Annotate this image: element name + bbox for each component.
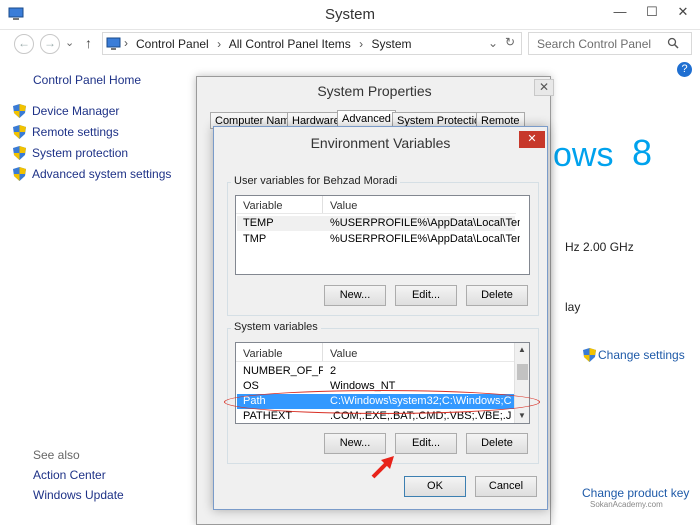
control-panel-home-link[interactable]: Control Panel Home [33, 73, 141, 87]
back-button[interactable]: ← [14, 34, 34, 54]
recent-pages-dropdown-icon[interactable]: ⌄ [65, 36, 74, 49]
shield-icon [13, 104, 26, 118]
user-variables-label: User variables for Behzad Moradi [231, 175, 401, 187]
dialog-title: System Properties [317, 83, 432, 99]
annotation-arrow-icon [371, 456, 394, 479]
user-edit-button[interactable]: Edit... [395, 285, 457, 306]
system-protection-link[interactable]: System protection [32, 146, 128, 160]
action-center-link[interactable]: Action Center [33, 468, 106, 482]
window-title: System [324, 6, 375, 23]
see-also-heading: See also [33, 448, 80, 462]
column-divider [322, 343, 323, 361]
search-icon[interactable] [667, 37, 679, 49]
shield-icon [583, 348, 596, 362]
close-button[interactable]: ✕ [668, 0, 698, 26]
change-product-key-link[interactable]: Change product key [582, 486, 689, 500]
breadcrumb: Control Panel › All Control Panel Items … [136, 37, 412, 51]
breadcrumb-separator: › [217, 37, 222, 51]
change-settings-link[interactable]: Change settings [598, 348, 685, 362]
remote-settings-link[interactable]: Remote settings [32, 125, 119, 139]
column-header-value[interactable]: Value [330, 348, 357, 360]
shield-icon [13, 167, 26, 181]
column-header-variable[interactable]: Variable [243, 200, 283, 212]
user-variables-list[interactable]: Variable Value TEMP %USERPROFILE%\AppDat… [235, 195, 530, 275]
processor-speed: Hz 2.00 GHz [565, 240, 634, 254]
advanced-system-settings-link[interactable]: Advanced system settings [32, 167, 171, 181]
breadcrumb-separator: › [359, 37, 364, 51]
system-var-value[interactable]: 2 [330, 365, 510, 377]
header-divider [236, 361, 514, 362]
system-variables-label: System variables [231, 321, 321, 333]
maximize-button[interactable]: ☐ [637, 0, 667, 26]
user-var-value[interactable]: %USERPROFILE%\AppData\Local\Temp [330, 217, 520, 229]
scrollbar-thumb[interactable] [517, 364, 528, 380]
address-dropdown-icon[interactable]: ⌄ [488, 36, 498, 50]
title-bar: System — ☐ ✕ [0, 0, 700, 30]
shield-icon [13, 125, 26, 139]
user-new-button[interactable]: New... [324, 285, 386, 306]
scroll-down-icon[interactable]: ▼ [518, 411, 526, 420]
system-var-name[interactable]: OS [243, 380, 323, 392]
display-text: lay [565, 300, 581, 314]
environment-variables-close-button[interactable]: ✕ [519, 131, 545, 148]
windows-version-number: 8 [632, 132, 653, 173]
scroll-up-icon[interactable]: ▲ [518, 345, 526, 354]
user-delete-button[interactable]: Delete [466, 285, 528, 306]
column-header-variable[interactable]: Variable [243, 348, 283, 360]
system-delete-button[interactable]: Delete [466, 433, 528, 454]
breadcrumb-item[interactable]: System [371, 37, 411, 51]
control-panel-icon [106, 37, 121, 50]
watermark: SokanAcademy.com [590, 500, 663, 509]
dialog-title: Environment Variables [310, 135, 451, 151]
minimize-button[interactable]: — [605, 0, 635, 26]
breadcrumb-separator: › [124, 36, 128, 50]
system-edit-button[interactable]: Edit... [395, 433, 457, 454]
breadcrumb-item[interactable]: Control Panel [136, 37, 209, 51]
windows-update-link[interactable]: Windows Update [33, 488, 124, 502]
system-properties-close-button[interactable]: ✕ [534, 79, 554, 96]
windows-logo-text: ows [553, 136, 614, 174]
scrollbar[interactable]: ▲ ▼ [514, 343, 529, 423]
column-header-value[interactable]: Value [330, 200, 357, 212]
help-icon[interactable]: ? [677, 62, 692, 77]
header-divider [236, 213, 516, 214]
device-manager-link[interactable]: Device Manager [32, 104, 119, 118]
ok-button[interactable]: OK [404, 476, 466, 497]
search-placeholder: Search Control Panel [537, 37, 652, 51]
user-var-value[interactable]: %USERPROFILE%\AppData\Local\Temp [330, 233, 520, 245]
cancel-button[interactable]: Cancel [475, 476, 537, 497]
forward-button[interactable]: → [40, 34, 60, 54]
up-button[interactable]: ↑ [85, 35, 92, 51]
system-new-button[interactable]: New... [324, 433, 386, 454]
refresh-icon[interactable]: ↻ [505, 35, 515, 49]
user-var-name[interactable]: TMP [243, 233, 323, 245]
user-var-name[interactable]: TEMP [243, 217, 323, 229]
column-divider [322, 196, 323, 213]
shield-icon [13, 146, 26, 160]
system-var-name[interactable]: NUMBER_OF_P... [243, 365, 323, 377]
highlight-ellipse [224, 390, 540, 414]
navigation-bar: ← → ⌄ ↑ › Control Panel › All Control Pa… [0, 30, 700, 58]
breadcrumb-item[interactable]: All Control Panel Items [229, 37, 351, 51]
